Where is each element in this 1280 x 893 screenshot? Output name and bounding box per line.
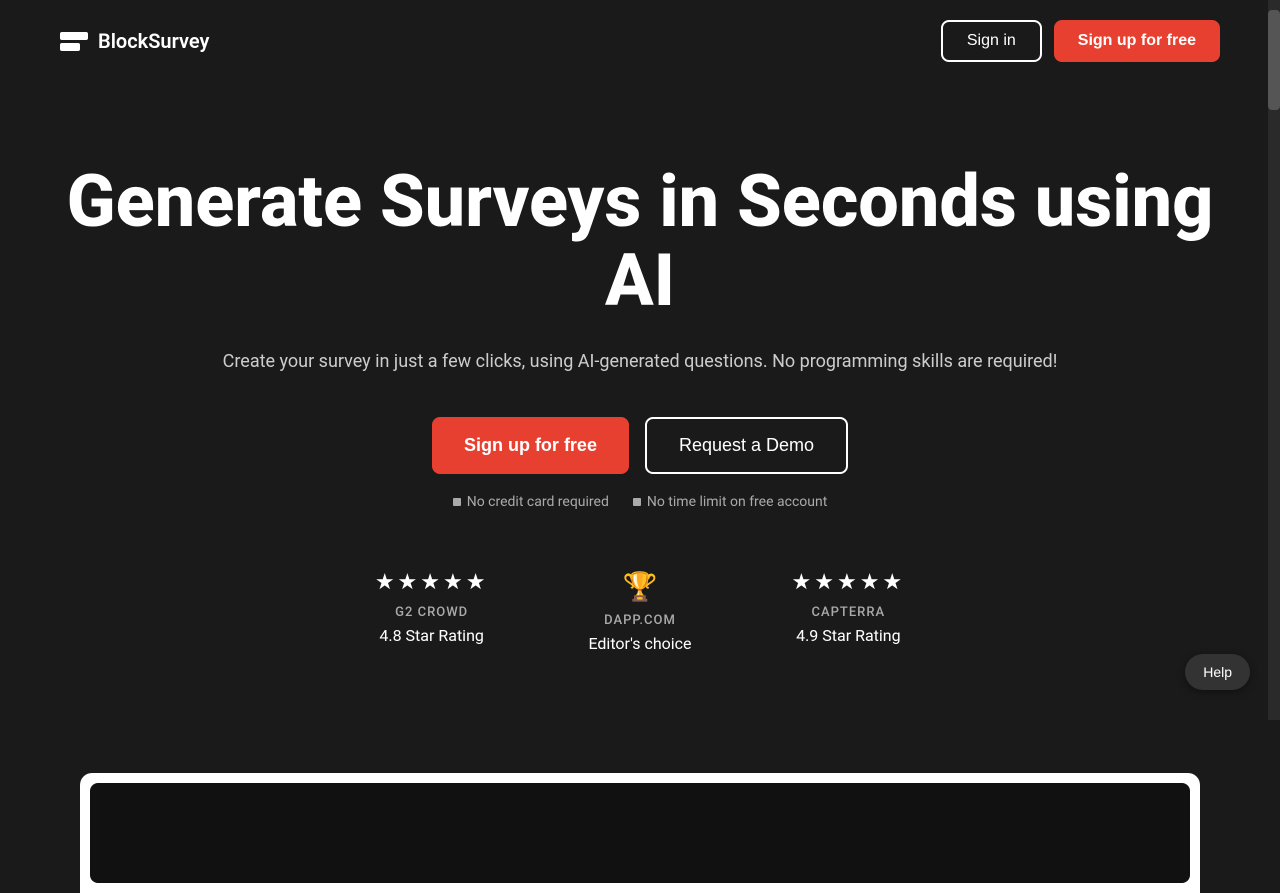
g2-source: G2 CROWD [395, 605, 468, 620]
navbar: BlockSurvey Sign in Sign up for free [0, 0, 1280, 82]
signup-nav-button[interactable]: Sign up for free [1054, 20, 1220, 62]
scrollbar[interactable] [1268, 0, 1280, 720]
nav-actions: Sign in Sign up for free [941, 20, 1220, 62]
hero-subtitle: Create your survey in just a few clicks,… [60, 348, 1220, 377]
trophy-icon: 🏆 [623, 570, 658, 603]
hero-note-text-1: No credit card required [467, 494, 609, 510]
g2-stars: ★★★★★ [375, 570, 489, 595]
hero-section: Generate Surveys in Seconds using AI Cre… [0, 82, 1280, 773]
hero-title: Generate Surveys in Seconds using AI [60, 162, 1220, 320]
logo-icon [60, 32, 88, 51]
rating-capterra: ★★★★★ CAPTERRA 4.9 Star Rating [792, 570, 906, 653]
dapp-source: DAPP.COM [604, 613, 676, 628]
hero-cta-group: Sign up for free Request a Demo [60, 417, 1220, 474]
note-dot-2 [633, 498, 641, 506]
g2-label: 4.8 Star Rating [379, 626, 484, 645]
rating-dapp: 🏆 DAPP.COM Editor's choice [588, 570, 691, 653]
hero-notes: No credit card required No time limit on… [60, 494, 1220, 510]
rating-g2: ★★★★★ G2 CROWD 4.8 Star Rating [375, 570, 489, 653]
hero-note-text-2: No time limit on free account [647, 494, 827, 510]
help-button[interactable]: Help [1185, 654, 1250, 690]
ratings-section: ★★★★★ G2 CROWD 4.8 Star Rating 🏆 DAPP.CO… [60, 570, 1220, 653]
dapp-label: Editor's choice [588, 634, 691, 653]
capterra-stars: ★★★★★ [792, 570, 906, 595]
scrollbar-thumb[interactable] [1268, 10, 1280, 110]
video-container [80, 773, 1200, 893]
hero-note-1: No credit card required [453, 494, 609, 510]
signin-button[interactable]: Sign in [941, 20, 1042, 62]
capterra-label: 4.9 Star Rating [796, 626, 901, 645]
hero-note-2: No time limit on free account [633, 494, 827, 510]
signup-hero-button[interactable]: Sign up for free [432, 417, 629, 474]
video-inner [90, 783, 1190, 883]
logo: BlockSurvey [60, 29, 209, 53]
capterra-source: CAPTERRA [812, 605, 886, 620]
brand-name: BlockSurvey [98, 29, 209, 53]
note-dot-1 [453, 498, 461, 506]
demo-button[interactable]: Request a Demo [645, 417, 848, 474]
